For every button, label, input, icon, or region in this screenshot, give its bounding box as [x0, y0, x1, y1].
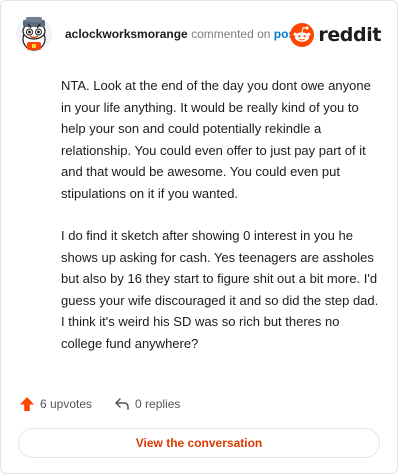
upvote-arrow-icon	[20, 397, 34, 411]
comment-paragraph: I do find it sketch after showing 0 inte…	[61, 228, 379, 351]
snoo-avatar-icon[interactable]	[15, 15, 53, 53]
commented-on-text: commented on	[191, 27, 271, 41]
upvotes-count: 6 upvotes	[40, 397, 93, 411]
upvotes-stat[interactable]: 6 upvotes	[19, 396, 92, 412]
replies-count: 0 replies	[135, 397, 181, 411]
comment-body: NTA. Look at the end of the day you dont…	[61, 75, 379, 375]
comment-byline: aclockworksmorange commented on post	[65, 27, 299, 41]
reddit-logo[interactable]: reddit	[290, 23, 381, 47]
username-link[interactable]: aclockworksmorange	[65, 27, 188, 41]
comment-card: aclockworksmorange commented on post red…	[0, 0, 398, 474]
comment-header: aclockworksmorange commented on post red…	[15, 13, 383, 53]
view-conversation-button[interactable]: View the conversation	[18, 428, 380, 458]
view-conversation-label: View the conversation	[135, 436, 263, 450]
comment-paragraph: NTA. Look at the end of the day you dont…	[61, 78, 371, 201]
comment-footer: 6 upvotes 0 replies	[19, 393, 202, 415]
reply-arrow-icon	[115, 398, 129, 410]
reddit-logo-icon	[290, 23, 315, 47]
reddit-wordmark: reddit	[318, 24, 381, 46]
replies-stat[interactable]: 0 replies	[114, 396, 180, 412]
